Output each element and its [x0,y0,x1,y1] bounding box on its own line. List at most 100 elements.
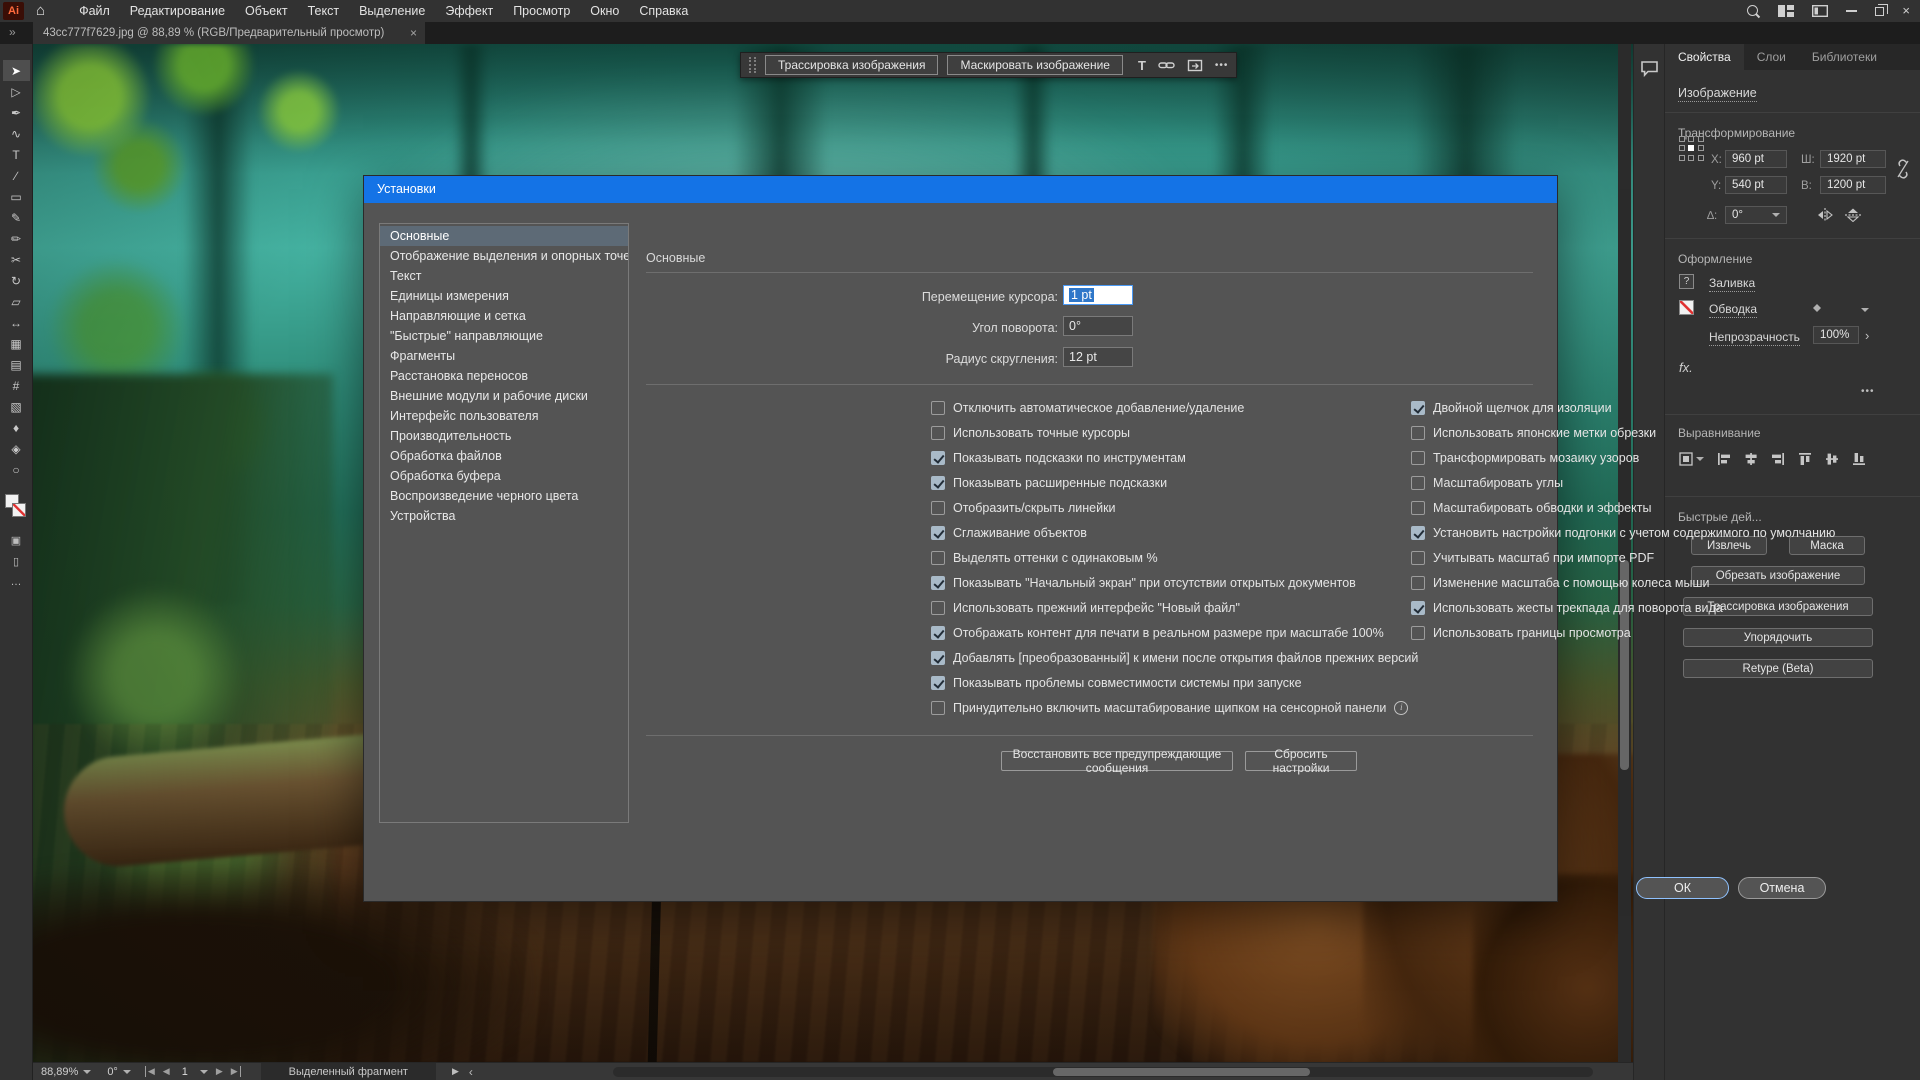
panel-tab[interactable]: Свойства [1665,44,1744,70]
panel-tab[interactable]: Библиотеки [1799,44,1890,70]
tool-button[interactable]: ▧ [3,396,30,417]
reference-point-selector[interactable] [1679,136,1705,162]
tool-button[interactable]: ▱ [3,291,30,312]
status-text-dropdown[interactable]: Выделенный фрагмент [261,1063,436,1080]
tool-button[interactable]: ∕ [3,165,30,186]
info-icon[interactable]: i [1394,701,1408,715]
checkbox[interactable] [931,501,945,515]
tool-button[interactable]: ○ [3,459,30,480]
preference-checkbox-row[interactable]: Показывать расширенные подсказки i [931,473,1418,493]
comment-bubble-icon[interactable] [1640,60,1659,77]
preferences-sidebar-item[interactable]: Направляющие и сетка [380,306,628,326]
menu-item[interactable]: Справка [629,0,698,22]
preference-checkbox-row[interactable]: Сглаживание объектов i [931,523,1418,543]
tab-close-icon[interactable]: × [402,26,417,40]
toolbar-grip-handle[interactable] [749,57,756,73]
x-input[interactable]: 960 pt [1725,150,1787,168]
cancel-button[interactable]: Отмена [1738,877,1826,899]
tool-button[interactable]: ▤ [3,354,30,375]
preferences-sidebar-item[interactable]: Обработка буфера [380,466,628,486]
tool-button[interactable]: ♦ [3,417,30,438]
tool-button[interactable]: # [3,375,30,396]
tool-button[interactable]: ▭ [3,186,30,207]
preference-checkbox-row[interactable]: Использовать японские метки обрезки [1411,423,1835,443]
preference-checkbox-row[interactable]: Использовать точные курсоры i [931,423,1418,443]
minimize-button[interactable] [1846,10,1857,12]
preference-checkbox-row[interactable]: Отобразить/скрыть линейки i [931,498,1418,518]
checkbox[interactable] [1411,551,1425,565]
preferences-sidebar-item[interactable]: "Быстрые" направляющие [380,326,628,346]
corner-radius-input[interactable]: 12 pt [1063,347,1133,367]
document-tab[interactable]: 43cc777f7629.jpg @ 88,89 % (RGB/Предвари… [33,22,425,44]
preferences-sidebar-item[interactable]: Производительность [380,426,628,446]
menu-item[interactable]: Окно [580,0,629,22]
preference-checkbox-row[interactable]: Показывать "Начальный экран" при отсутст… [931,573,1418,593]
tab-overflow-chevrons[interactable]: » [9,25,16,39]
checkbox[interactable] [931,401,945,415]
opacity-panel-chevron-icon[interactable]: › [1865,328,1869,343]
preference-checkbox-row[interactable]: Показывать подсказки по инструментам i [931,448,1418,468]
cursor-key-input[interactable]: 1 pt [1063,285,1133,305]
fx-button[interactable]: fx. [1679,360,1693,375]
checkbox[interactable] [1411,601,1425,615]
draw-mode-icon[interactable]: ▣ [11,534,21,547]
preference-checkbox-row[interactable]: Использовать жесты трекпада для поворота… [1411,598,1835,618]
next-artboard-button[interactable]: ▶ [216,1066,223,1077]
preference-checkbox-row[interactable]: Трансформировать мозаику узоров [1411,448,1835,468]
fill-link[interactable]: Заливка [1709,276,1755,292]
stroke-swatch[interactable] [1679,300,1694,315]
previous-artboard-button[interactable]: ◀ [163,1066,170,1077]
checkbox[interactable] [931,426,945,440]
tool-button[interactable]: ∿ [3,123,30,144]
menu-item[interactable]: Редактирование [120,0,235,22]
preferences-sidebar-item[interactable]: Устройства [380,506,628,526]
preferences-sidebar-item[interactable]: Внешние модули и рабочие диски [380,386,628,406]
preferences-sidebar-item[interactable]: Обработка файлов [380,446,628,466]
horizontal-scrollbar-thumb[interactable] [1053,1068,1310,1076]
preferences-sidebar-item[interactable]: Расстановка переносов [380,366,628,386]
tool-button[interactable]: ➤ [3,60,30,81]
link-icon[interactable] [1158,57,1175,73]
rotation-angle-input[interactable]: 0° [1063,316,1133,336]
stroke-weight-stepper[interactable] [1813,300,1821,316]
preferences-sidebar-item[interactable]: Основные [380,226,628,246]
menu-item[interactable]: Файл [69,0,120,22]
opacity-link[interactable]: Непрозрачность [1709,330,1800,346]
zoom-level-dropdown[interactable]: 88,89% [33,1066,99,1078]
preferences-sidebar-item[interactable]: Фрагменты [380,346,628,366]
checkbox[interactable] [1411,526,1425,540]
preference-checkbox-row[interactable]: Использовать прежний интерфейс "Новый фа… [931,598,1418,618]
checkbox[interactable] [1411,401,1425,415]
reset-warnings-button[interactable]: Восстановить все предупреждающие сообщен… [1001,751,1233,771]
width-input[interactable]: 1920 pt [1820,150,1886,168]
menu-item[interactable]: Объект [235,0,298,22]
preference-checkbox-row[interactable]: Добавлять [преобразованный] к имени посл… [931,648,1418,668]
preferences-sidebar-item[interactable]: Воспроизведение черного цвета [380,486,628,506]
tool-button[interactable]: ✒ [3,102,30,123]
preference-checkbox-row[interactable]: Масштабировать обводки и эффекты [1411,498,1835,518]
checkbox[interactable] [931,526,945,540]
image-trace-button[interactable]: Трассировка изображения [765,55,938,75]
checkbox[interactable] [931,476,945,490]
reset-preferences-button[interactable]: Сбросить настройки [1245,751,1357,771]
object-type-link[interactable]: Изображение [1678,86,1757,102]
checkbox[interactable] [1411,501,1425,515]
preferences-sidebar-item[interactable]: Единицы измерения [380,286,628,306]
checkbox[interactable] [1411,576,1425,590]
checkbox[interactable] [931,676,945,690]
preference-checkbox-row[interactable]: Показывать проблемы совместимости систем… [931,673,1418,693]
horizontal-scrollbar[interactable] [613,1067,1593,1077]
close-button[interactable]: × [1902,0,1910,22]
home-icon[interactable]: ⌂ [36,1,45,21]
collapse-icon[interactable]: ‹ [469,1065,473,1079]
tool-button[interactable]: ✂ [3,249,30,270]
checkbox[interactable] [1411,626,1425,640]
retype-button[interactable]: Retype (Beta) [1683,659,1873,678]
preference-checkbox-row[interactable]: Выделять оттенки с одинаковым % i [931,548,1418,568]
preference-checkbox-row[interactable]: Отключить автоматическое добавление/удал… [931,398,1418,418]
panel-tab[interactable]: Слои [1744,44,1799,70]
stroke-options-chevron-icon[interactable] [1861,308,1869,316]
chevron-down-icon[interactable] [200,1070,208,1078]
checkbox[interactable] [931,626,945,640]
play-icon[interactable]: ▶ [452,1066,459,1077]
